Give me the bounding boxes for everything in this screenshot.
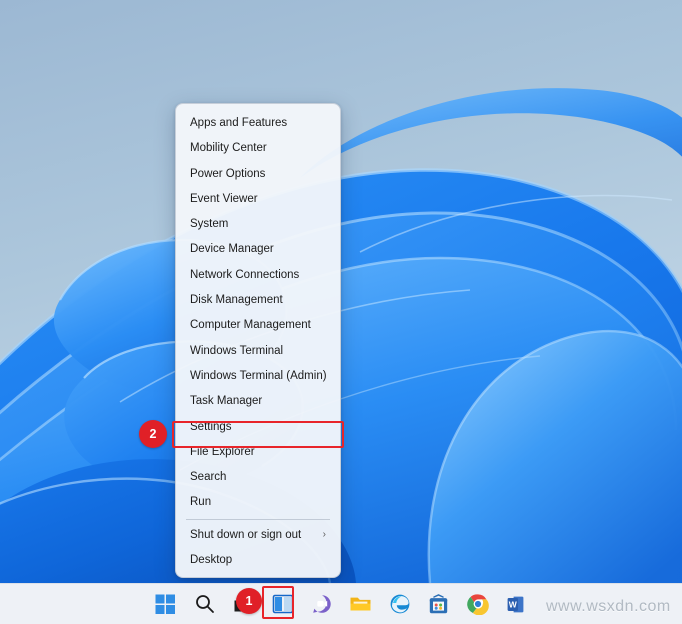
- watermark-text: www.wsxdn.com: [546, 598, 671, 615]
- menu-item-apps-and-features[interactable]: Apps and Features: [176, 111, 340, 136]
- word-button[interactable]: W: [504, 591, 530, 617]
- menu-item-label: Run: [190, 496, 212, 509]
- menu-item-label: File Explorer: [190, 445, 255, 458]
- menu-item-label: Settings: [190, 420, 232, 433]
- widgets-icon: [272, 594, 293, 614]
- svg-text:W: W: [509, 599, 518, 609]
- callout-badge-1: 1: [236, 588, 262, 614]
- menu-item-label: Disk Management: [190, 294, 283, 307]
- chrome-button[interactable]: [465, 591, 491, 617]
- menu-item-task-manager[interactable]: Task Manager: [176, 389, 340, 414]
- callout-badge-2: 2: [139, 420, 167, 448]
- menu-item-windows-terminal-admin[interactable]: Windows Terminal (Admin): [176, 364, 340, 389]
- file-explorer-button[interactable]: [348, 591, 374, 617]
- context-menu-list: Apps and Features Mobility Center Power …: [176, 104, 340, 577]
- menu-item-label: Search: [190, 471, 227, 484]
- menu-item-windows-terminal[interactable]: Windows Terminal: [176, 339, 340, 364]
- widgets-button[interactable]: [270, 591, 296, 617]
- menu-item-label: Network Connections: [190, 268, 300, 281]
- menu-item-search[interactable]: Search: [176, 465, 340, 490]
- store-button[interactable]: [426, 591, 452, 617]
- menu-item-label: Desktop: [190, 554, 233, 567]
- menu-item-label: Computer Management: [190, 319, 311, 332]
- bloom-wallpaper-art: [0, 0, 682, 583]
- menu-separator: [186, 518, 330, 520]
- menu-item-label: Power Options: [190, 167, 266, 180]
- start-button[interactable]: [153, 591, 179, 617]
- search-button[interactable]: [192, 591, 218, 617]
- desktop-screen: Apps and Features Mobility Center Power …: [0, 0, 682, 624]
- menu-item-label: Mobility Center: [190, 142, 267, 155]
- edge-icon: [390, 594, 409, 614]
- menu-item-label: Event Viewer: [190, 192, 258, 205]
- menu-item-label: Shut down or sign out: [190, 528, 302, 541]
- store-icon: [429, 593, 448, 613]
- win-x-power-user-menu[interactable]: Apps and Features Mobility Center Power …: [175, 103, 341, 578]
- menu-item-desktop[interactable]: Desktop: [176, 548, 340, 573]
- menu-item-network-connections[interactable]: Network Connections: [176, 263, 340, 288]
- menu-item-mobility-center[interactable]: Mobility Center: [176, 136, 340, 161]
- menu-item-label: Windows Terminal: [190, 344, 284, 357]
- menu-item-label: Device Manager: [190, 243, 274, 256]
- chat-icon: [312, 595, 331, 613]
- menu-item-label: Apps and Features: [190, 117, 288, 129]
- menu-item-file-explorer[interactable]: File Explorer: [176, 440, 340, 465]
- menu-item-shut-down-or-sign-out[interactable]: Shut down or sign out ›: [176, 523, 340, 548]
- menu-item-settings[interactable]: Settings: [176, 415, 340, 440]
- chat-button[interactable]: [309, 591, 335, 617]
- menu-item-computer-management[interactable]: Computer Management: [176, 313, 340, 338]
- site-watermark: www.wsxdn.com: [546, 598, 671, 616]
- menu-item-power-options[interactable]: Power Options: [176, 162, 340, 187]
- chevron-right-icon: ›: [322, 529, 326, 541]
- menu-item-event-viewer[interactable]: Event Viewer: [176, 187, 340, 212]
- menu-item-label: System: [190, 218, 229, 231]
- desktop-wallpaper[interactable]: [0, 0, 682, 583]
- chrome-icon: [466, 594, 489, 615]
- search-icon: [195, 595, 214, 613]
- menu-item-system[interactable]: System: [176, 212, 340, 237]
- taskbar-icon-group: W: [153, 591, 530, 617]
- folder-icon: [350, 597, 371, 611]
- menu-item-device-manager[interactable]: Device Manager: [176, 237, 340, 262]
- menu-item-label: Windows Terminal (Admin): [190, 369, 327, 382]
- windows-logo-icon: [155, 594, 175, 614]
- menu-item-run[interactable]: Run: [176, 490, 340, 515]
- edge-button[interactable]: [387, 591, 413, 617]
- word-icon: W: [507, 596, 524, 612]
- menu-item-disk-management[interactable]: Disk Management: [176, 288, 340, 313]
- menu-item-label: Task Manager: [190, 395, 263, 408]
